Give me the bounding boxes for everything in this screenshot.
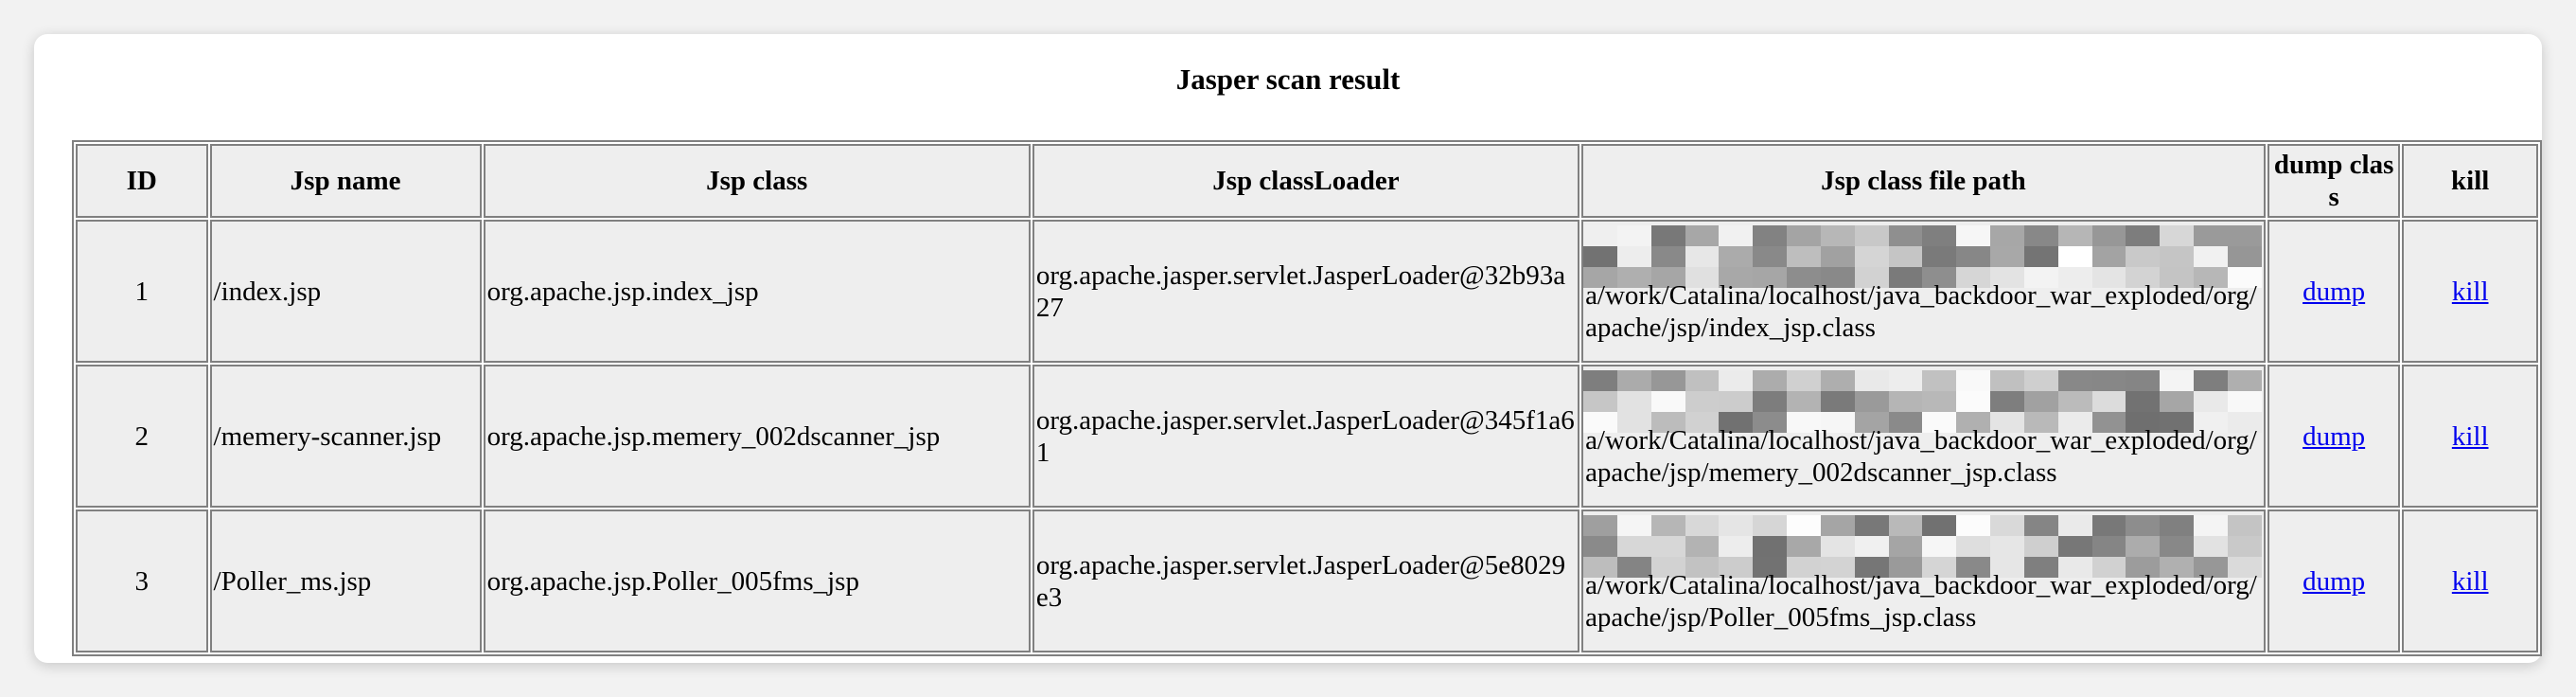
table-row: 1 /index.jsp org.apache.jsp.index_jsp or… [76,220,2538,363]
header-file-path: Jsp class file path [1581,144,2266,218]
dump-link[interactable]: dump [2303,277,2365,307]
cell-id: 2 [76,365,208,508]
cell-jsp-class: org.apache.jsp.index_jsp [483,220,1031,363]
cell-file-path: a/work/Catalina/localhost/java_backdoor_… [1581,365,2266,508]
cell-dump: dump [2267,365,2401,508]
table-row: 2 /memery-scanner.jsp org.apache.jsp.mem… [76,365,2538,508]
page-title: Jasper scan result [1175,63,1401,96]
file-path-text: a/work/Catalina/localhost/java_backdoor_… [1585,424,2257,488]
kill-link[interactable]: kill [2452,277,2489,307]
header-class-loader: Jsp classLoader [1032,144,1580,218]
table-row: 3 /Poller_ms.jsp org.apache.jsp.Poller_0… [76,509,2538,652]
cell-dump: dump [2267,220,2401,363]
cell-class-loader: org.apache.jasper.servlet.JasperLoader@5… [1032,509,1580,652]
header-jsp-class: Jsp class [483,144,1031,218]
cell-file-path: a/work/Catalina/localhost/java_backdoor_… [1581,509,2266,652]
header-dump-class: dump class [2267,144,2401,218]
cell-id: 3 [76,509,208,652]
cell-kill: kill [2402,509,2538,652]
cell-jsp-name: /index.jsp [209,220,482,363]
cell-class-loader: org.apache.jasper.servlet.JasperLoader@3… [1032,220,1580,363]
table-header-row: ID Jsp name Jsp class Jsp classLoader Js… [76,144,2538,218]
dump-link[interactable]: dump [2303,566,2365,597]
file-path-text: a/work/Catalina/localhost/java_backdoor_… [1585,569,2257,633]
file-path-text: a/work/Catalina/localhost/java_backdoor_… [1585,279,2257,343]
cell-jsp-name: /Poller_ms.jsp [209,509,482,652]
cell-dump: dump [2267,509,2401,652]
kill-link[interactable]: kill [2452,566,2489,597]
cell-class-loader: org.apache.jasper.servlet.JasperLoader@3… [1032,365,1580,508]
cell-jsp-class: org.apache.jsp.Poller_005fms_jsp [483,509,1031,652]
result-panel: Jasper scan result ID Jsp name Jsp class… [34,34,2542,663]
cell-file-path: a/work/Catalina/localhost/java_backdoor_… [1581,220,2266,363]
cell-id: 1 [76,220,208,363]
header-id: ID [76,144,208,218]
cell-kill: kill [2402,365,2538,508]
cell-jsp-class: org.apache.jsp.memery_002dscanner_jsp [483,365,1031,508]
cell-kill: kill [2402,220,2538,363]
header-kill: kill [2402,144,2538,218]
dump-link[interactable]: dump [2303,421,2365,452]
kill-link[interactable]: kill [2452,421,2489,452]
cell-jsp-name: /memery-scanner.jsp [209,365,482,508]
scan-result-table: ID Jsp name Jsp class Jsp classLoader Js… [72,140,2542,656]
header-jsp-name: Jsp name [209,144,482,218]
